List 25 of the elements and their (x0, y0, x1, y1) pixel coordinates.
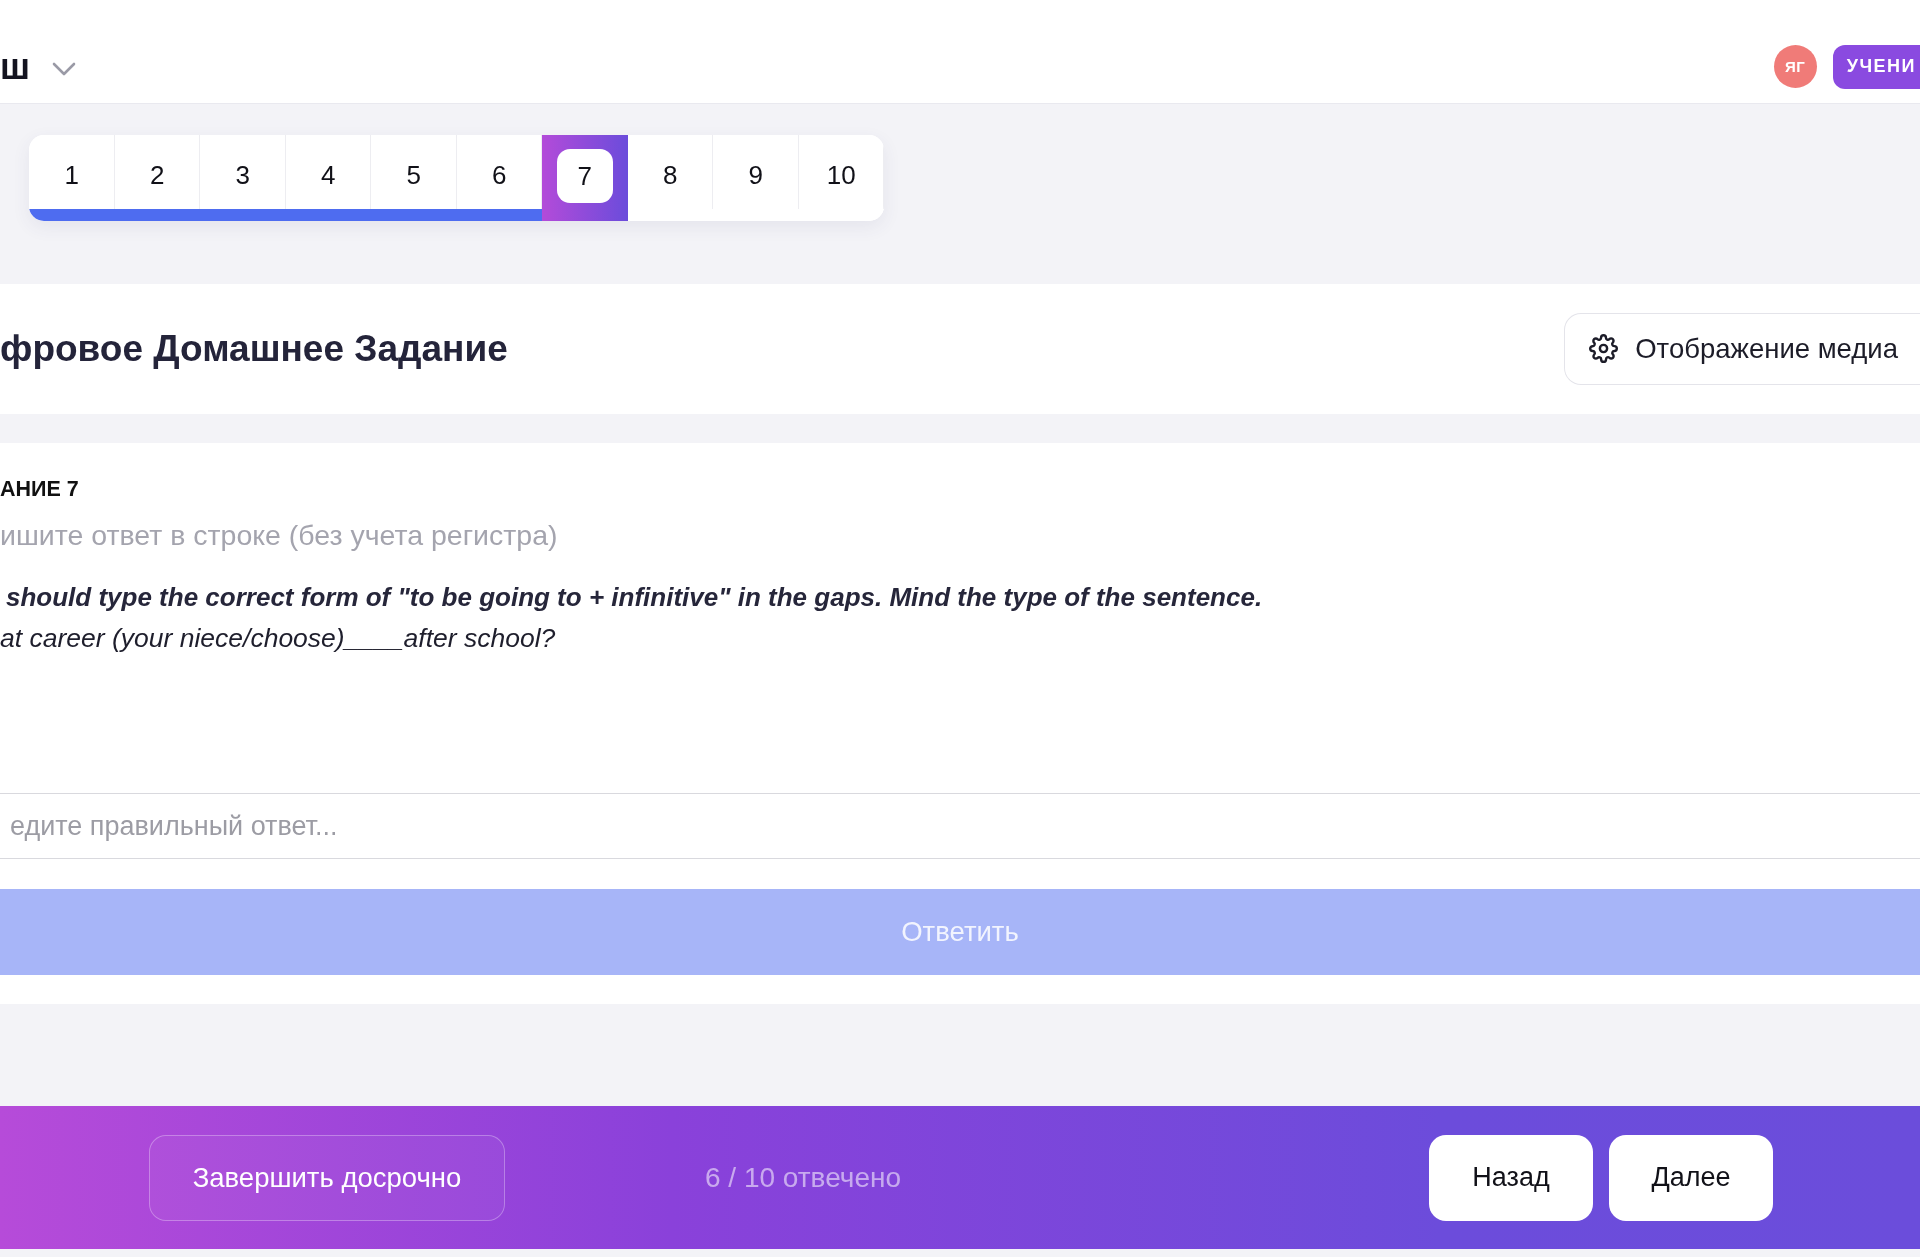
task-heading: АНИЕ 7 (0, 476, 79, 502)
chevron-down-icon[interactable] (52, 61, 76, 76)
question-tab[interactable]: 3 (200, 135, 286, 221)
question-tab[interactable]: 10 (798, 135, 884, 221)
question-tab[interactable]: 7 (542, 135, 628, 221)
nav-button[interactable]: Назад (1429, 1134, 1593, 1221)
answered-count: 6 / 10 отвечено (705, 1161, 901, 1194)
answer-field[interactable]: едите правильный ответ... (0, 793, 1920, 859)
nav-button[interactable]: Далее (1609, 1134, 1773, 1221)
question-tab[interactable]: 2 (114, 135, 200, 221)
question-tab[interactable]: 4 (285, 135, 371, 221)
role-badge: УЧЕНИ (1832, 44, 1920, 89)
task-hint: ишите ответ в строке (без учета регистра) (0, 518, 558, 552)
question-tab[interactable]: 6 (456, 135, 542, 221)
media-display-button[interactable]: Отображение медиа (1564, 312, 1920, 385)
question-tab[interactable]: 8 (627, 135, 713, 221)
question-tab[interactable]: 9 (713, 135, 799, 221)
task-sentence: at career (your niece/choose)____after school? (0, 622, 556, 655)
finish-early-button[interactable]: Завершить досрочно (149, 1134, 505, 1221)
question-tab[interactable]: 5 (371, 135, 457, 221)
question-tab[interactable]: 1 (29, 135, 115, 221)
task-instruction: should type the correct form of "to be going to + infinitive" in the gaps. Mind the type of the sentence. (5, 581, 1263, 614)
logo-text[interactable]: ш (0, 48, 30, 85)
settings-icon (1589, 334, 1619, 363)
page-title: фровое Домашнее Задание (0, 328, 508, 370)
